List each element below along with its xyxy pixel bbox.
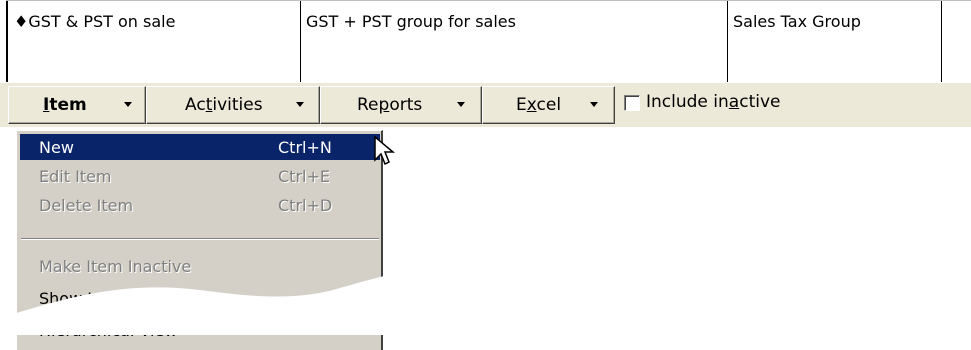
mouse-cursor-icon: [374, 136, 396, 166]
torn-edge-decoration: [0, 261, 971, 335]
